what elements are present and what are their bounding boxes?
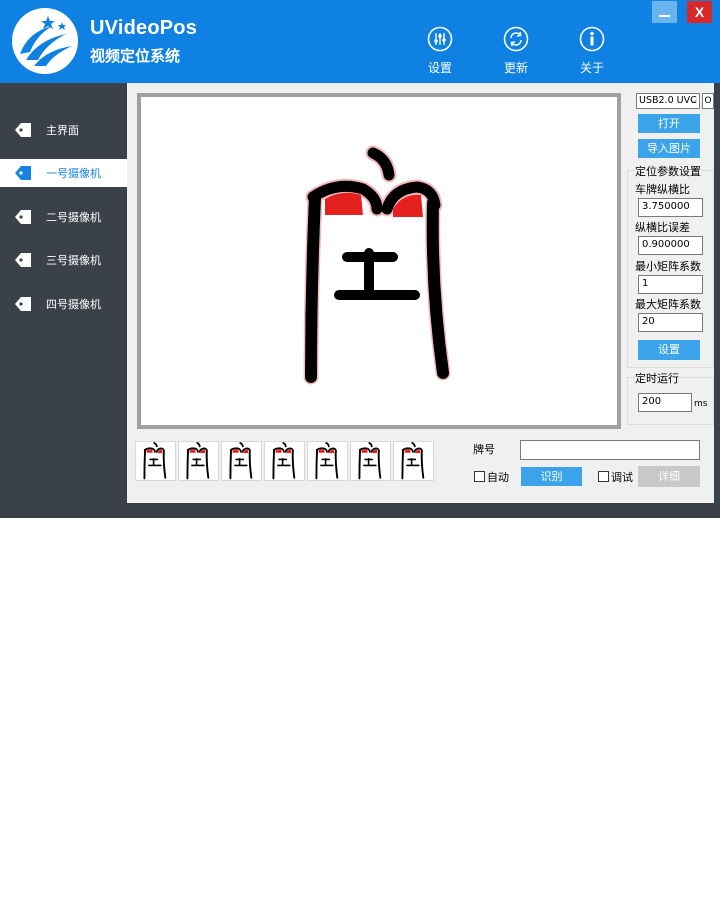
timer-group-label: 定时运行 xyxy=(634,370,680,386)
sliders-icon xyxy=(427,26,453,52)
min-coef-field[interactable]: 1 xyxy=(638,275,703,294)
debug-checkbox-label: 调试 xyxy=(611,471,633,484)
thumbnail-image xyxy=(315,442,339,480)
sidebar-item-camera-2[interactable]: 二号摄像机 xyxy=(0,203,127,231)
tag-icon xyxy=(15,123,31,137)
timer-unit: ms xyxy=(694,399,708,409)
thumbnail-item[interactable] xyxy=(350,441,391,481)
thumbnail-item[interactable] xyxy=(221,441,262,481)
sidebar: 主界面 一号摄像机 二号摄像机 三号摄像机 四号摄像机 xyxy=(0,83,127,518)
auto-checkbox-label: 自动 xyxy=(487,471,509,484)
aspect-field[interactable]: 3.750000 xyxy=(638,198,703,217)
update-button[interactable]: 更新 xyxy=(489,26,543,76)
header-bar: UVideoPos 视频定位系统 设置 更新 关于 X xyxy=(0,0,720,83)
thumbnail-item[interactable] xyxy=(178,441,219,481)
refresh-icon xyxy=(503,26,529,52)
chevron-down-icon: ⌵ xyxy=(690,96,697,106)
tag-icon xyxy=(15,297,31,311)
device-select-value: USB2.0 UVC xyxy=(639,95,697,106)
sidebar-item-label: 一号摄像机 xyxy=(46,167,101,180)
thumbnail-image xyxy=(401,442,425,480)
captured-character-image xyxy=(303,145,451,385)
thumbnail-image xyxy=(358,442,382,480)
max-coef-label: 最大矩阵系数 xyxy=(635,298,701,311)
aspect-label: 车牌纵横比 xyxy=(635,183,690,196)
video-display xyxy=(137,93,621,429)
sidebar-item-camera-1[interactable]: 一号摄像机 xyxy=(0,159,127,187)
params-group-label: 定位参数设置 xyxy=(634,163,702,179)
main-panel: 牌号 自动 识别 调试 详细 USB2.0 UVC ⌵ O 打开 导入图片 定位… xyxy=(127,83,714,503)
settings-label: 设置 xyxy=(427,61,452,75)
app-subtitle: 视频定位系统 xyxy=(90,47,181,65)
thumbnail-image xyxy=(272,442,296,480)
thumbnail-image xyxy=(186,442,210,480)
video-image xyxy=(141,97,617,425)
sidebar-item-label: 主界面 xyxy=(46,124,79,137)
device-select[interactable]: USB2.0 UVC ⌵ xyxy=(636,93,700,109)
open-button[interactable]: 打开 xyxy=(638,114,700,133)
thumbnail-item[interactable] xyxy=(307,441,348,481)
checkbox-box xyxy=(474,471,485,482)
sidebar-item-label: 四号摄像机 xyxy=(46,298,101,311)
thumbnail-item[interactable] xyxy=(135,441,176,481)
close-button[interactable]: X xyxy=(687,1,712,23)
thumbnail-image xyxy=(143,442,167,480)
auto-checkbox[interactable]: 自动 xyxy=(474,469,509,484)
sidebar-item-label: 二号摄像机 xyxy=(46,211,101,224)
minimize-button[interactable] xyxy=(652,1,677,23)
plate-input[interactable] xyxy=(520,440,700,460)
detail-button[interactable]: 详细 xyxy=(638,466,700,487)
info-icon xyxy=(579,26,605,52)
params-set-button[interactable]: 设置 xyxy=(638,340,700,360)
sidebar-item-camera-4[interactable]: 四号摄像机 xyxy=(0,290,127,318)
plate-label: 牌号 xyxy=(473,443,495,456)
sidebar-item-main[interactable]: 主界面 xyxy=(0,116,127,144)
error-label: 纵横比误差 xyxy=(635,221,690,234)
update-label: 更新 xyxy=(503,61,528,75)
tag-icon xyxy=(15,210,31,224)
app-title: UVideoPos xyxy=(90,17,198,39)
min-coef-label: 最小矩阵系数 xyxy=(635,260,701,273)
recognize-button[interactable]: 识别 xyxy=(521,467,582,486)
thumbnail-image xyxy=(229,442,253,480)
tag-icon xyxy=(15,253,31,267)
thumbnail-item[interactable] xyxy=(264,441,305,481)
device-option-button[interactable]: O xyxy=(702,93,714,109)
about-label: 关于 xyxy=(579,61,604,75)
error-field[interactable]: 0.900000 xyxy=(638,236,703,255)
debug-checkbox[interactable]: 调试 xyxy=(598,469,633,484)
app-window: UVideoPos 视频定位系统 设置 更新 关于 X 主界面 一号摄像机 二号… xyxy=(0,0,720,518)
app-logo xyxy=(12,8,78,74)
import-image-button[interactable]: 导入图片 xyxy=(638,139,700,158)
max-coef-field[interactable]: 20 xyxy=(638,313,703,332)
timer-field[interactable]: 200 xyxy=(638,393,692,412)
thumbnail-item[interactable] xyxy=(393,441,434,481)
sidebar-item-camera-3[interactable]: 三号摄像机 xyxy=(0,246,127,274)
sidebar-item-label: 三号摄像机 xyxy=(46,254,101,267)
settings-button[interactable]: 设置 xyxy=(413,26,467,76)
about-button[interactable]: 关于 xyxy=(565,26,619,76)
tag-icon xyxy=(15,166,31,180)
checkbox-box xyxy=(598,471,609,482)
